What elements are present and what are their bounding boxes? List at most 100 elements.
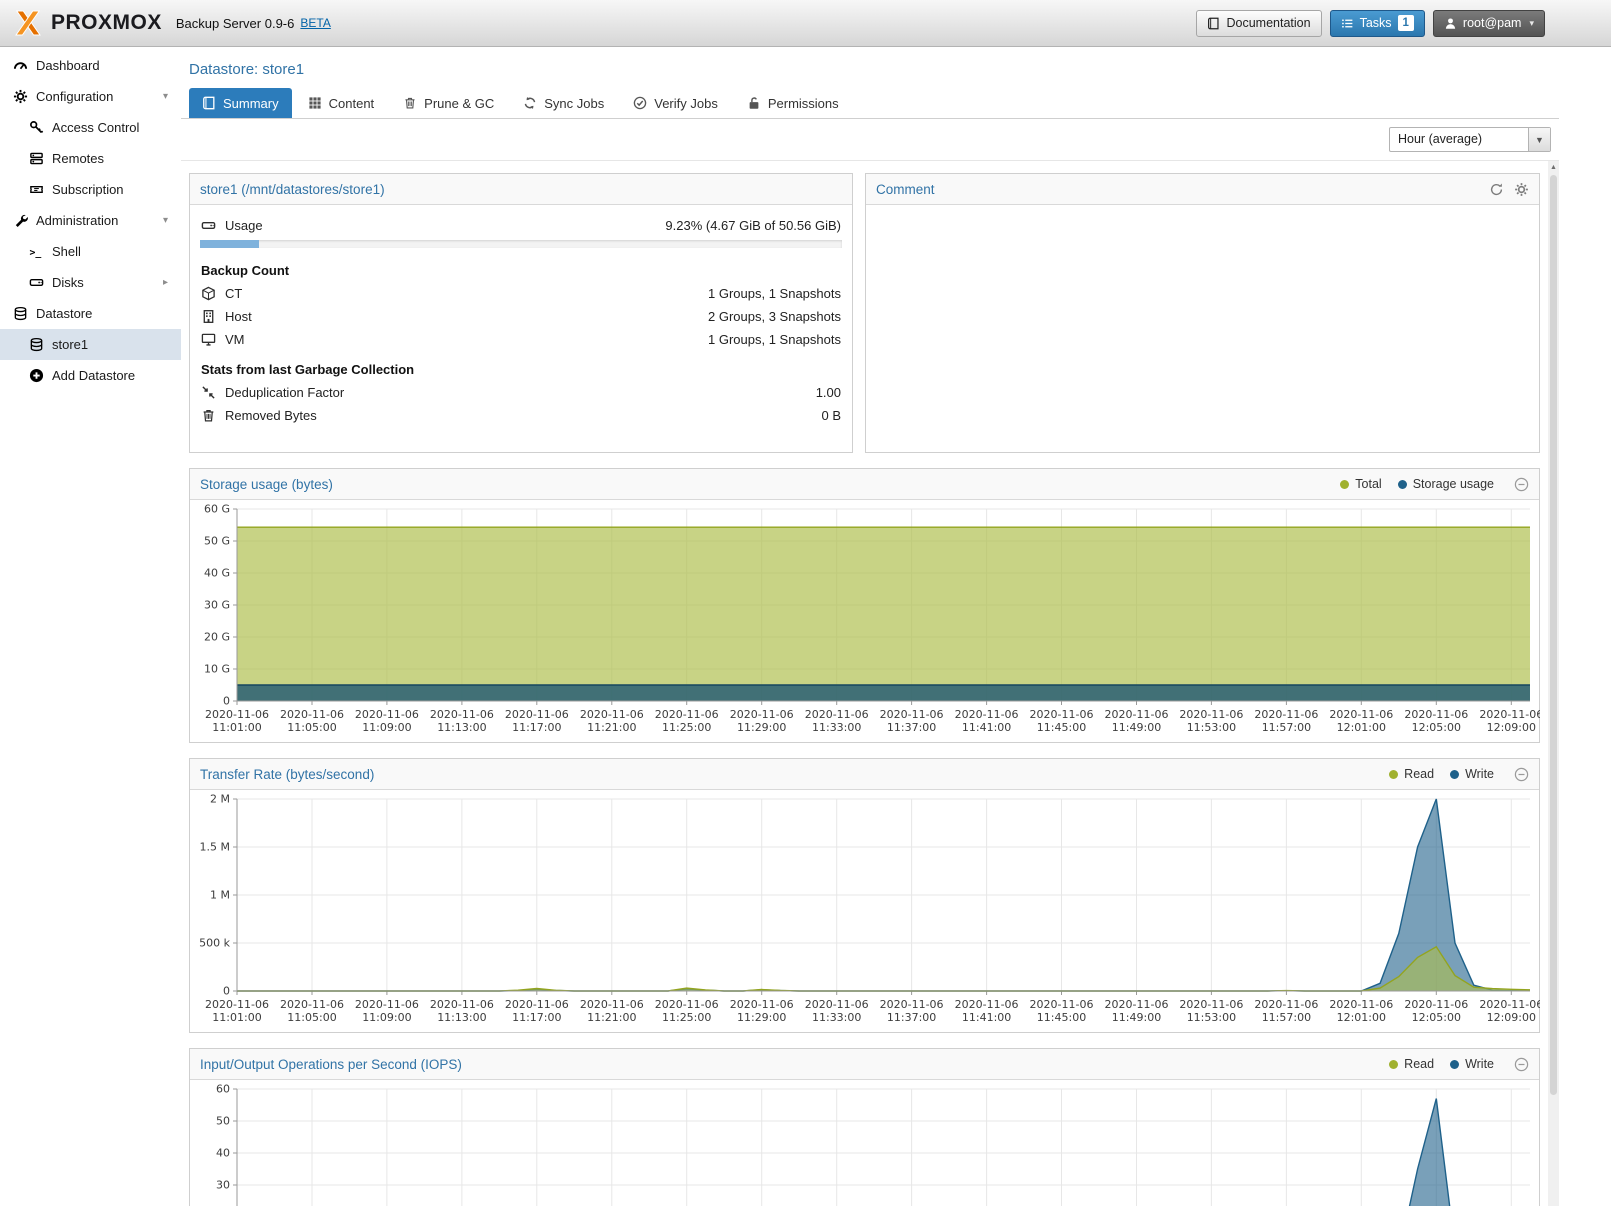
legend-write[interactable]: Write (1450, 1057, 1494, 1071)
svg-text:2020-11-06: 2020-11-06 (1479, 708, 1540, 721)
svg-text:10 G: 10 G (204, 663, 230, 676)
svg-text:12:09:00: 12:09:00 (1487, 721, 1536, 734)
legend-storage-usage[interactable]: Storage usage (1398, 477, 1494, 491)
tab-permissions[interactable]: Permissions (734, 88, 852, 118)
tab-label: Sync Jobs (544, 96, 604, 111)
key-icon (29, 120, 44, 135)
sidebar-item-datastore[interactable]: Datastore (0, 298, 181, 329)
storage-usage-panel: Storage usage (bytes) Total Storage usag… (189, 468, 1540, 743)
vertical-scrollbar[interactable]: ▲ (1548, 161, 1559, 1206)
sidebar-item-configuration[interactable]: Configuration ▾ (0, 81, 181, 112)
svg-text:11:25:00: 11:25:00 (662, 721, 711, 734)
host-value: 2 Groups, 3 Snapshots (708, 309, 841, 324)
tasks-button[interactable]: Tasks 1 (1330, 10, 1425, 37)
svg-text:11:45:00: 11:45:00 (1037, 1011, 1086, 1024)
removed-bytes-label: Removed Bytes (225, 408, 317, 423)
svg-text:11:29:00: 11:29:00 (737, 721, 786, 734)
comment-panel: Comment (865, 173, 1540, 453)
database-icon (29, 337, 44, 352)
svg-text:50 G: 50 G (204, 535, 230, 548)
svg-text:2020-11-06: 2020-11-06 (1105, 708, 1169, 721)
tab-summary[interactable]: Summary (189, 88, 292, 118)
sidebar-item-label: Shell (52, 244, 81, 259)
svg-text:2020-11-06: 2020-11-06 (1254, 998, 1318, 1011)
svg-text:0: 0 (223, 985, 230, 998)
sidebar-item-add-datastore[interactable]: Add Datastore (0, 360, 181, 391)
storage-usage-header: Storage usage (bytes) Total Storage usag… (190, 469, 1539, 500)
legend-write[interactable]: Write (1450, 767, 1494, 781)
timeframe-select[interactable]: Hour (average) ▼ (1389, 127, 1551, 152)
legend-label: Write (1465, 1057, 1494, 1071)
vm-value: 1 Groups, 1 Snapshots (708, 332, 841, 347)
select-caret-icon[interactable]: ▼ (1528, 128, 1550, 151)
svg-text:2020-11-06: 2020-11-06 (880, 998, 944, 1011)
svg-text:2020-11-06: 2020-11-06 (655, 708, 719, 721)
tab-verify-jobs[interactable]: Verify Jobs (620, 88, 731, 118)
tab-sync-jobs[interactable]: Sync Jobs (510, 88, 617, 118)
sidebar-item-disks[interactable]: Disks ▸ (0, 267, 181, 298)
tab-content[interactable]: Content (295, 88, 388, 118)
sidebar-item-dashboard[interactable]: Dashboard (0, 50, 181, 81)
proxmox-logo: PROXMOX (12, 7, 162, 39)
sidebar-item-label: Access Control (52, 120, 139, 135)
svg-text:2020-11-06: 2020-11-06 (730, 998, 794, 1011)
backup-count-heading: Backup Count (190, 252, 852, 282)
gear-icon (13, 89, 28, 104)
usage-progress-bar (200, 240, 842, 248)
transfer-rate-panel: Transfer Rate (bytes/second) Read Write (189, 758, 1540, 1033)
documentation-button[interactable]: Documentation (1196, 10, 1321, 37)
collapse-icon[interactable] (1514, 767, 1529, 782)
gear-icon[interactable] (1514, 182, 1529, 197)
proxmox-backup-app: PROXMOX Backup Server 0.9-6 BETA Documen… (0, 0, 1611, 1206)
top-bar: PROXMOX Backup Server 0.9-6 BETA Documen… (0, 0, 1611, 47)
svg-text:2 M: 2 M (210, 793, 230, 806)
collapse-caret-icon[interactable]: ▾ (163, 215, 168, 226)
legend-total[interactable]: Total (1340, 477, 1381, 491)
summary-panel-title: store1 (/mnt/datastores/store1) (200, 182, 385, 197)
collapse-caret-icon[interactable]: ▾ (163, 91, 168, 102)
book-icon (1207, 17, 1220, 30)
tab-prune-gc[interactable]: Prune & GC (390, 88, 507, 118)
svg-text:12:01:00: 12:01:00 (1337, 1011, 1386, 1024)
svg-text:40: 40 (216, 1147, 230, 1160)
svg-text:2020-11-06: 2020-11-06 (1329, 998, 1393, 1011)
book-icon (202, 96, 216, 110)
proxmox-logo-icon (12, 7, 44, 39)
sidebar-item-store1[interactable]: store1 (0, 329, 181, 360)
svg-text:20 G: 20 G (204, 631, 230, 644)
scrollbar-up-arrow[interactable]: ▲ (1548, 161, 1559, 174)
building-icon (201, 309, 216, 324)
expand-caret-icon[interactable]: ▸ (163, 277, 168, 288)
storage-usage-legend: Total Storage usage (1340, 477, 1529, 492)
scrollbar-thumb[interactable] (1550, 175, 1557, 1095)
iops-chart: 2020-11-0611:01:002020-11-0611:05:002020… (191, 1081, 1540, 1206)
sidebar-item-access-control[interactable]: Access Control (0, 112, 181, 143)
sidebar-item-remotes[interactable]: Remotes (0, 143, 181, 174)
svg-text:1.5 M: 1.5 M (200, 841, 230, 854)
sidebar-item-shell[interactable]: >_ Shell (0, 236, 181, 267)
svg-text:2020-11-06: 2020-11-06 (355, 708, 419, 721)
legend-read[interactable]: Read (1389, 767, 1434, 781)
brand-name: PROXMOX (51, 11, 162, 35)
hdd-icon (29, 275, 44, 290)
removed-bytes-row: Removed Bytes 0 B (190, 404, 852, 427)
sidebar-item-subscription[interactable]: Subscription (0, 174, 181, 205)
documentation-label: Documentation (1226, 16, 1310, 30)
collapse-icon[interactable] (1514, 1057, 1529, 1072)
legend-read[interactable]: Read (1389, 1057, 1434, 1071)
sidebar-item-label: Configuration (36, 89, 113, 104)
svg-text:2020-11-06: 2020-11-06 (805, 708, 869, 721)
sidebar-item-administration[interactable]: Administration ▾ (0, 205, 181, 236)
refresh-icon[interactable] (1489, 182, 1504, 197)
tasks-label: Tasks (1360, 16, 1392, 30)
collapse-icon[interactable] (1514, 477, 1529, 492)
sync-icon (523, 96, 537, 110)
svg-text:2020-11-06: 2020-11-06 (205, 998, 269, 1011)
transfer-rate-legend: Read Write (1389, 767, 1529, 782)
beta-link[interactable]: BETA (300, 16, 330, 30)
comment-panel-tools (1489, 182, 1529, 197)
iops-panel: Input/Output Operations per Second (IOPS… (189, 1048, 1540, 1206)
user-menu-button[interactable]: root@pam ▾ (1433, 10, 1545, 37)
server-icon (29, 151, 44, 166)
transfer-rate-title: Transfer Rate (bytes/second) (200, 767, 374, 782)
